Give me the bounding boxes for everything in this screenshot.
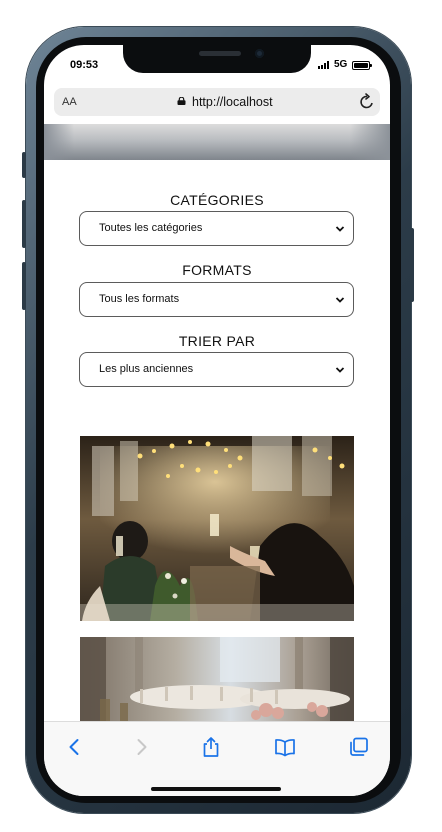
sort-selected-value: Les plus anciennes xyxy=(99,363,194,375)
address-bar[interactable]: AA http://localhost xyxy=(54,88,380,116)
battery-icon xyxy=(352,61,372,70)
sort-label: TRIER PAR xyxy=(178,333,256,349)
front-camera xyxy=(255,49,264,58)
phone-side-button-volume-down xyxy=(22,262,26,310)
back-icon[interactable] xyxy=(64,736,86,758)
phone-side-button-volume-up xyxy=(22,200,26,248)
bookmarks-icon[interactable] xyxy=(274,736,296,758)
notch xyxy=(123,45,311,73)
browser-toolbar xyxy=(44,721,390,796)
phone-side-button-mute xyxy=(22,152,26,178)
status-time: 09:53 xyxy=(70,59,99,71)
signal-icon xyxy=(318,61,329,69)
chevron-down-icon xyxy=(335,297,345,303)
reload-icon[interactable] xyxy=(358,93,376,111)
categories-select[interactable]: Toutes les catégories xyxy=(79,211,354,246)
phone-side-button-power xyxy=(410,228,414,302)
tabs-icon[interactable] xyxy=(348,736,370,758)
chevron-down-icon xyxy=(335,226,345,232)
forward-icon[interactable] xyxy=(130,736,152,758)
lock-icon xyxy=(177,97,186,105)
formats-label: FORMATS xyxy=(182,262,252,278)
chevron-down-icon xyxy=(335,367,345,373)
formats-select[interactable]: Tous les formats xyxy=(79,282,354,317)
categories-selected-value: Toutes les catégories xyxy=(99,222,203,234)
photo-wedding-toast[interactable] xyxy=(80,436,354,621)
categories-label: CATÉGORIES xyxy=(170,192,264,208)
network-label: 5G xyxy=(334,59,348,70)
text-size-button[interactable]: AA xyxy=(62,96,77,108)
earpiece-speaker xyxy=(199,51,241,56)
home-indicator xyxy=(151,787,281,791)
hero-banner-image xyxy=(44,124,390,160)
photo-banquet-hall[interactable] xyxy=(80,637,354,721)
share-icon[interactable] xyxy=(200,736,222,758)
sort-select[interactable]: Les plus anciennes xyxy=(79,352,354,387)
phone-screen: 09:53 5G AA http://localhost CATÉGORIES … xyxy=(44,45,390,796)
formats-selected-value: Tous les formats xyxy=(99,293,180,305)
url-text[interactable]: http://localhost xyxy=(192,95,273,109)
